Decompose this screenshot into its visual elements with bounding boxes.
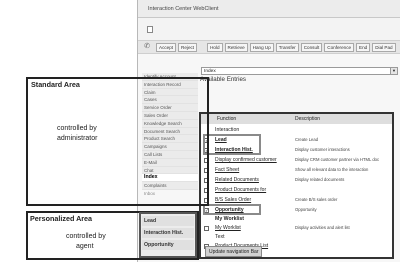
standard-area-frame xyxy=(26,77,209,206)
consult-button[interactable]: Consult xyxy=(300,42,323,52)
function-link[interactable]: Display confirmed customer xyxy=(215,155,277,165)
retrieve-button[interactable]: Retrieve xyxy=(224,42,248,52)
caption-line: administrator xyxy=(57,135,98,142)
hang-up-button[interactable]: Hang Up xyxy=(249,42,274,52)
personalized-area-caption: controlled by agent xyxy=(66,232,106,252)
highlight-box xyxy=(203,134,261,155)
personal-item-lead[interactable]: Lead xyxy=(142,216,194,226)
entries-select-value: Index xyxy=(204,69,216,74)
column-description: Description xyxy=(295,116,321,122)
highlight-box xyxy=(203,204,261,215)
hold-button[interactable]: Hold xyxy=(207,42,223,52)
interaction-toolbar: ✆ Accept Reject Hold Retrieve Hang Up Tr… xyxy=(138,40,400,54)
table-row: Related Documents Display related docume… xyxy=(201,175,392,185)
personal-item-interaction-hist[interactable]: Interaction Hist. xyxy=(142,228,194,238)
function-description: Create B/S sales order xyxy=(295,197,338,202)
chevron-down-icon[interactable]: ▼ xyxy=(390,68,397,74)
function-description: Display CRM customer partner via HTML do… xyxy=(295,157,380,162)
function-description: Display customer interactions xyxy=(295,147,350,152)
standard-area-caption: controlled by administrator xyxy=(57,124,97,144)
table-row: Product Documents for xyxy=(201,185,392,195)
dial-pad-button[interactable]: Dial Pad xyxy=(372,42,396,52)
end-button[interactable]: End xyxy=(356,42,371,52)
table-header: Function Description xyxy=(201,114,392,124)
function-description: Create Lead xyxy=(295,137,319,142)
function-description: Display related documents xyxy=(295,177,345,182)
table-row: Fact Sheet Show all relevant data to the… xyxy=(201,165,392,175)
column-function: Function xyxy=(217,116,237,122)
function-table: Function Description Interaction ✓ Lead … xyxy=(199,112,394,259)
reject-button[interactable]: Reject xyxy=(178,42,198,52)
caption-line: controlled by xyxy=(57,125,97,132)
table-row: Display confirmed customer Display CRM c… xyxy=(201,155,392,165)
personal-item-opportunity[interactable]: Opportunity xyxy=(142,240,194,250)
checkbox[interactable] xyxy=(204,226,209,231)
function-link[interactable]: Product Documents for xyxy=(215,185,266,195)
caption-line: controlled by xyxy=(66,233,106,240)
accept-button[interactable]: Accept xyxy=(156,42,177,52)
entries-select[interactable]: Index ▼ xyxy=(201,67,398,75)
function-link[interactable]: Related Documents xyxy=(215,175,259,185)
personalized-menu: Lead Interaction Hist. Opportunity xyxy=(139,212,197,258)
phone-icon[interactable]: ✆ xyxy=(142,42,152,52)
caption-line: agent xyxy=(76,243,94,250)
window-title: Interaction Center WebClient xyxy=(138,0,400,18)
icon-row xyxy=(138,18,400,40)
function-link[interactable]: Fact Sheet xyxy=(215,165,239,175)
update-navigation-bar-button[interactable]: Update navigation Bar xyxy=(205,246,263,257)
transfer-button[interactable]: Transfer xyxy=(275,42,299,52)
conference-button[interactable]: Conference xyxy=(324,42,355,52)
standard-area-label: Standard Area xyxy=(31,80,80,89)
personalized-area-label: Personalized Area xyxy=(30,214,93,223)
function-description: Show all relevant data to the interactio… xyxy=(295,167,369,172)
document-icon[interactable] xyxy=(147,26,153,33)
